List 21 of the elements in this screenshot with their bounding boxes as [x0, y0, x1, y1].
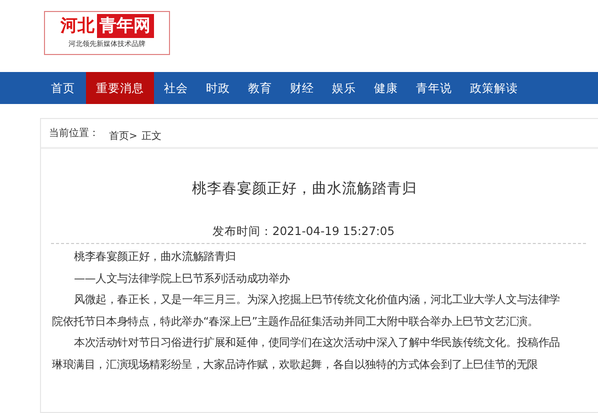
nav-tab[interactable]: 教育: [241, 72, 279, 104]
nav-tab[interactable]: 社会: [157, 72, 195, 104]
nav-tab[interactable]: 健康: [367, 72, 405, 104]
breadcrumb-link[interactable]: 正文: [141, 130, 162, 142]
article-title: 桃李春宴颜正好，曲水流觞踏青归: [191, 180, 418, 198]
nav-tab[interactable]: 时政: [199, 72, 237, 104]
nav-tab[interactable]: 青年说: [409, 72, 459, 104]
nav-tab[interactable]: 财经: [283, 72, 321, 104]
logo-text-banner: 青年网: [96, 14, 154, 38]
article-paragraph: 桃李春宴颜正好，曲水流觞踏青归: [73, 249, 238, 265]
nav-tab[interactable]: 首页: [44, 72, 82, 104]
logo-text: 河北: [60, 15, 94, 38]
publish-time: 发布时间：2021-04-19 15:27:05: [211, 224, 396, 239]
nav-tab[interactable]: 娱乐: [325, 72, 363, 104]
article-paragraph: 本次活动针对节日习俗进行扩展和延伸，使同学们在这次活动中深入了解中华民族传统文化。投稿作品琳琅满目，汇演现场精彩纷呈，大家品诗作赋，欢歌起舞，各自以独特的方式体会到了上巳佳节的无限: [52, 335, 562, 372]
nav-tab[interactable]: 重要消息: [86, 72, 154, 104]
breadcrumb-link[interactable]: 首页>: [109, 130, 138, 142]
nav-tab[interactable]: 政策解读: [463, 72, 525, 104]
article-paragraph: 风微起，春正长，又是一年三月三。为深入挖掘上巳节传统文化价值内涵，河北工业大学人文与法律学院依托节日本身特点，特此举办“春深上巳”主题作品征集活动并同工大附中联合举办上巳节文艺汇演。: [52, 292, 562, 330]
article-paragraph: ——人文与法律学院上巳节系列活动成功举办: [73, 270, 292, 286]
breadcrumb-label: 当前位置：: [49, 126, 99, 140]
